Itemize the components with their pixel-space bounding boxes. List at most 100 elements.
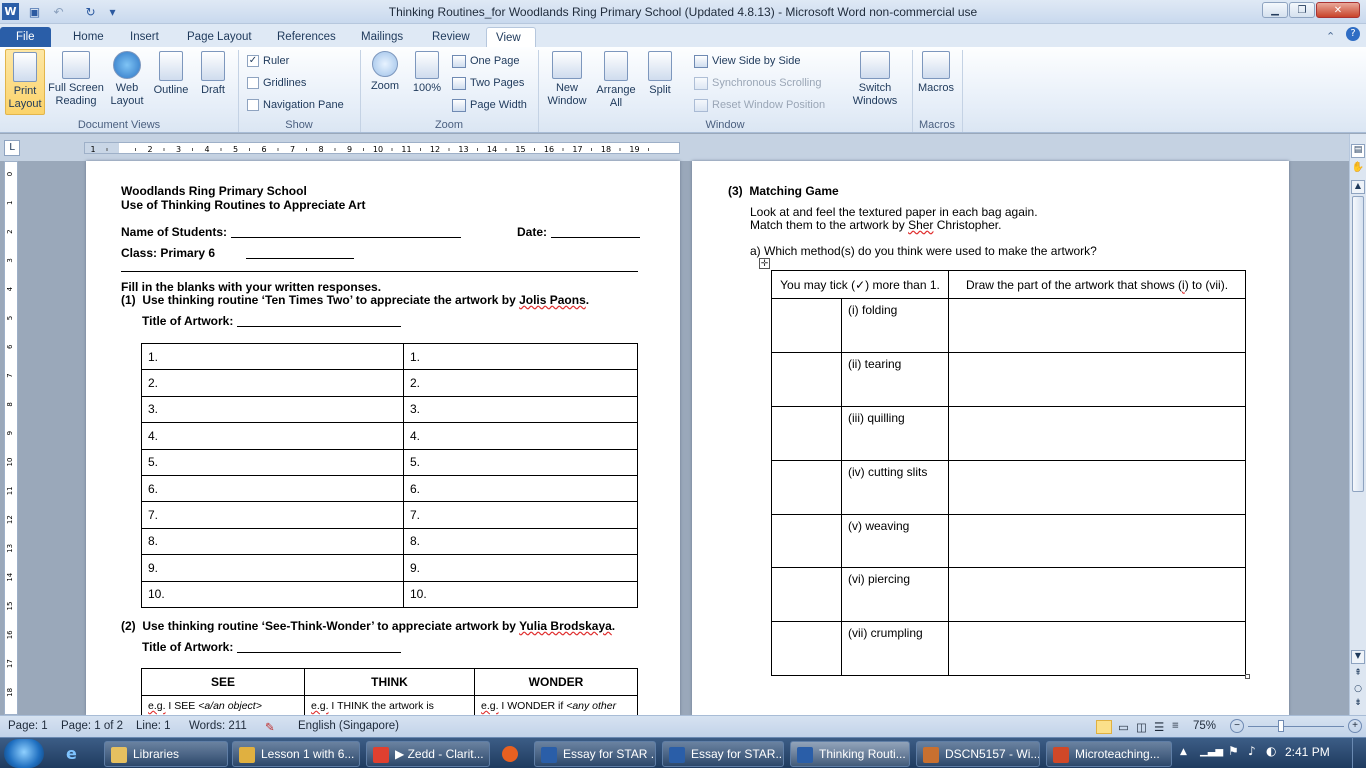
tab-view[interactable]: View bbox=[486, 27, 536, 47]
vertical-ruler[interactable]: 0 1 2 3 4 5 6 7 8 9 10 11 12 13 14 15 16 17 18 bbox=[4, 161, 18, 715]
proofing-icon[interactable]: ✎ bbox=[265, 720, 275, 734]
two-pages-button[interactable]: Two Pages bbox=[452, 74, 524, 92]
network-icon[interactable]: ▁▃▅ bbox=[1200, 746, 1223, 757]
tick-cell[interactable] bbox=[771, 567, 842, 623]
drawing-cell[interactable] bbox=[948, 513, 1246, 569]
tick-cell[interactable] bbox=[771, 459, 842, 515]
maximize-button[interactable]: ❐ bbox=[1289, 2, 1315, 18]
status-word-count[interactable]: Words: 211 bbox=[189, 720, 247, 732]
taskbar-item[interactable]: ▶ Zedd - Clarit... bbox=[366, 741, 490, 767]
collapse-ribbon-icon[interactable]: ⌃ bbox=[1326, 30, 1335, 43]
show-desktop-button[interactable] bbox=[1352, 738, 1366, 768]
language-icon[interactable]: ◐ bbox=[1266, 744, 1276, 758]
observation-cell-left[interactable]: 1. bbox=[141, 342, 404, 371]
status-page-count[interactable]: Page: 1 of 2 bbox=[61, 720, 123, 732]
taskbar-item[interactable]: DSCN5157 - Wi... bbox=[916, 741, 1040, 767]
scroll-down-button[interactable]: ▼ bbox=[1351, 650, 1365, 664]
name-blank[interactable] bbox=[231, 224, 461, 238]
new-window-button[interactable]: New Window bbox=[544, 49, 590, 115]
hand-icon[interactable]: ✋ bbox=[1351, 162, 1365, 176]
zoom-button[interactable]: Zoom bbox=[366, 49, 404, 115]
taskbar-item[interactable]: Libraries bbox=[104, 741, 228, 767]
observation-cell-right[interactable]: 3. bbox=[403, 395, 638, 424]
taskbar-item[interactable]: Lesson 1 with 6... bbox=[232, 741, 360, 767]
drawing-cell[interactable] bbox=[948, 459, 1246, 515]
status-page[interactable]: Page: 1 bbox=[8, 720, 48, 732]
tab-file[interactable]: File bbox=[0, 27, 51, 47]
tab-references[interactable]: References bbox=[268, 27, 345, 47]
observation-cell-right[interactable]: 9. bbox=[403, 554, 638, 582]
document-page-2[interactable]: (3) Matching Game Look at and feel the t… bbox=[692, 161, 1289, 715]
tick-cell[interactable] bbox=[771, 405, 842, 461]
observation-cell-left[interactable]: 2. bbox=[141, 369, 404, 397]
drawing-cell[interactable] bbox=[948, 298, 1246, 353]
full-screen-reading-button[interactable]: Full Screen Reading bbox=[47, 49, 105, 115]
scroll-thumb[interactable] bbox=[1352, 196, 1364, 492]
switch-windows-button[interactable]: Switch Windows bbox=[844, 49, 906, 115]
print-layout-view-icon[interactable] bbox=[1096, 720, 1112, 734]
see-example-cell[interactable]: e.g. I SEE <a/an object> bbox=[141, 695, 305, 715]
outline-view-icon[interactable]: ☰ bbox=[1154, 720, 1164, 734]
matching-game-table[interactable]: You may tick (✓) more than 1. Draw the p… bbox=[771, 270, 1246, 677]
date-blank[interactable] bbox=[551, 224, 640, 238]
page-width-button[interactable]: Page Width bbox=[452, 96, 527, 114]
synchronous-scrolling-button[interactable]: Synchronous Scrolling bbox=[694, 74, 821, 92]
observation-cell-right[interactable]: 7. bbox=[403, 501, 638, 529]
observation-cell-left[interactable]: 6. bbox=[141, 474, 404, 503]
title-blank[interactable] bbox=[237, 313, 401, 327]
tick-cell[interactable] bbox=[771, 621, 842, 677]
tab-page-layout[interactable]: Page Layout bbox=[178, 27, 261, 47]
ten-times-two-table[interactable]: 1. 1. 2. 2. 3. 3. 4. 4. 5. 5. 6. 6. 7. 7. 8. 8. 9. 9. 10. 1… bbox=[141, 342, 638, 608]
outline-button[interactable]: Outline bbox=[150, 49, 192, 115]
tab-mailings[interactable]: Mailings bbox=[352, 27, 412, 47]
observation-cell-left[interactable]: 4. bbox=[141, 422, 404, 450]
observation-cell-left[interactable]: 7. bbox=[141, 501, 404, 529]
observation-cell-right[interactable]: 10. bbox=[403, 580, 638, 608]
drawing-cell[interactable] bbox=[948, 405, 1246, 461]
think-example-cell[interactable]: e.g. I THINK the artwork is bbox=[304, 695, 475, 715]
tab-insert[interactable]: Insert bbox=[121, 27, 168, 47]
horizontal-ruler[interactable]: 1 2 3 4 5 6 7 8 9 10 11 12 13 14 15 16 17 18 19 bbox=[84, 142, 680, 154]
show-hidden-icons[interactable]: ▲ bbox=[1180, 747, 1187, 757]
observation-cell-left[interactable]: 5. bbox=[141, 448, 404, 476]
navigation-pane-checkbox[interactable]: Navigation Pane bbox=[247, 96, 344, 114]
close-button[interactable]: ✕ bbox=[1316, 2, 1360, 18]
see-think-wonder-table[interactable]: SEE THINK WONDER e.g. I SEE <a/an object… bbox=[141, 668, 638, 715]
gridlines-checkbox[interactable]: Gridlines bbox=[247, 74, 306, 92]
draft-button[interactable]: Draft bbox=[196, 49, 230, 115]
vertical-scrollbar[interactable]: ▤ ✋ ▲ ▼ ⇞ ○ ⇟ bbox=[1349, 134, 1366, 715]
taskbar-item[interactable]: Essay for STAR ... bbox=[534, 741, 656, 767]
observation-cell-left[interactable]: 3. bbox=[141, 395, 404, 424]
taskbar-item[interactable] bbox=[496, 741, 526, 767]
zoom-slider-track[interactable] bbox=[1248, 726, 1344, 727]
taskbar-item[interactable]: Essay for STAR... bbox=[662, 741, 784, 767]
zoom-100-button[interactable]: 100% bbox=[408, 49, 446, 115]
status-language[interactable]: English (Singapore) bbox=[298, 720, 399, 732]
taskbar-item[interactable]: Thinking Routi... bbox=[790, 741, 910, 767]
status-line[interactable]: Line: 1 bbox=[136, 720, 171, 732]
drawing-cell[interactable] bbox=[948, 351, 1246, 407]
tab-review[interactable]: Review bbox=[423, 27, 479, 47]
web-layout-button[interactable]: Web Layout bbox=[107, 49, 147, 115]
volume-icon[interactable]: ♪ bbox=[1248, 744, 1256, 758]
observation-cell-left[interactable]: 8. bbox=[141, 527, 404, 556]
minimize-button[interactable]: ▁ bbox=[1262, 2, 1288, 18]
zoom-slider-thumb[interactable] bbox=[1278, 720, 1284, 732]
draft-view-icon[interactable]: ≡ bbox=[1172, 720, 1179, 732]
class-blank[interactable] bbox=[246, 245, 354, 259]
table-move-handle-icon[interactable]: ✛ bbox=[759, 258, 770, 269]
title-blank-2[interactable] bbox=[237, 639, 401, 653]
one-page-button[interactable]: One Page bbox=[452, 52, 520, 70]
drawing-cell[interactable] bbox=[948, 621, 1246, 677]
observation-cell-right[interactable]: 4. bbox=[403, 422, 638, 450]
arrange-all-button[interactable]: Arrange All bbox=[593, 49, 639, 115]
macros-button[interactable]: Macros bbox=[916, 49, 956, 115]
tab-stop-selector[interactable]: L bbox=[4, 140, 20, 156]
next-page-icon[interactable]: ⇟ bbox=[1351, 698, 1365, 712]
drawing-cell[interactable] bbox=[948, 567, 1246, 623]
clock[interactable]: 2:41 PM bbox=[1285, 745, 1330, 759]
full-screen-view-icon[interactable]: ▭ bbox=[1118, 720, 1129, 734]
tick-cell[interactable] bbox=[771, 351, 842, 407]
help-icon[interactable]: ? bbox=[1346, 27, 1360, 41]
browse-object-icon[interactable]: ○ bbox=[1351, 684, 1365, 696]
